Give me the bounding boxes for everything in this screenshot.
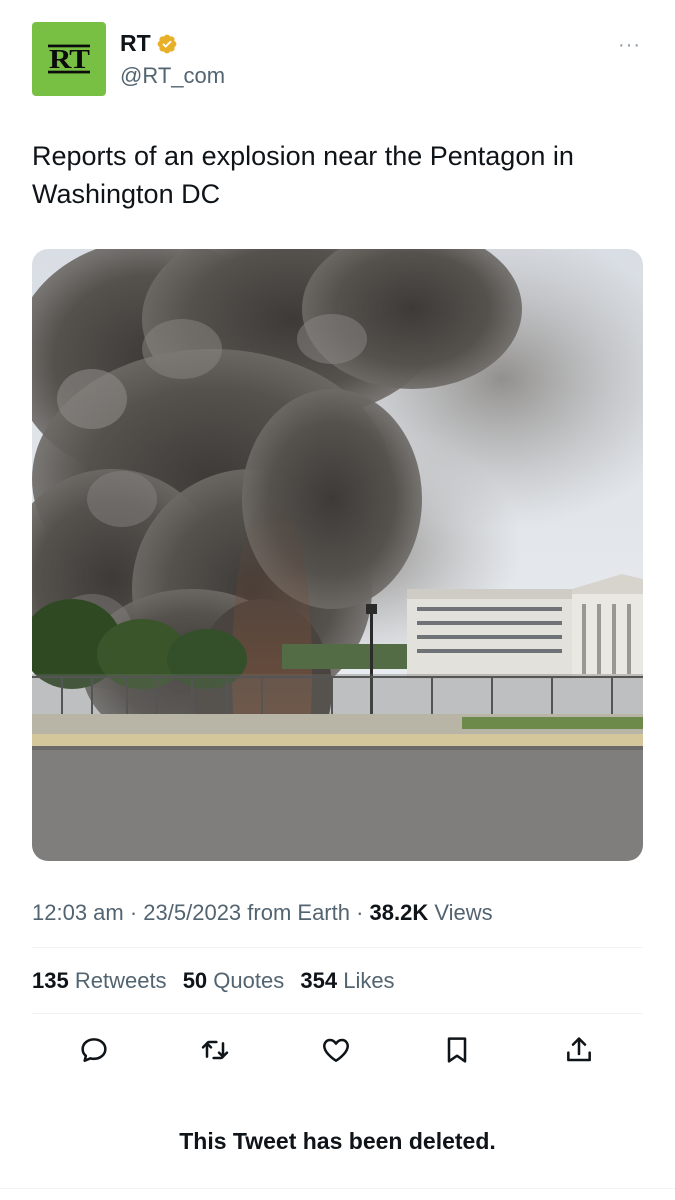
views-count[interactable]: 38.2K xyxy=(370,900,429,925)
deleted-notice: This Tweet has been deleted. xyxy=(179,1128,496,1154)
display-name[interactable]: RT xyxy=(120,30,151,57)
divider xyxy=(0,1188,675,1189)
retweet-icon[interactable] xyxy=(199,1034,231,1066)
likes-label: Likes xyxy=(343,968,395,993)
share-icon[interactable] xyxy=(563,1034,595,1066)
meta-separator: · xyxy=(349,900,370,925)
reply-icon[interactable] xyxy=(78,1034,110,1066)
tweet-image[interactable] xyxy=(32,249,643,861)
action-bar xyxy=(32,1030,643,1070)
handle[interactable]: @RT_com xyxy=(120,63,225,89)
bookmark-icon[interactable] xyxy=(441,1034,473,1066)
retweets-count: 135 xyxy=(32,968,69,993)
tweet-source: from Earth xyxy=(241,900,350,925)
verified-badge-icon xyxy=(156,33,178,55)
avatar-logo-text: RT xyxy=(48,42,90,75)
more-options-icon[interactable]: ··· xyxy=(618,34,641,57)
retweets-label: Retweets xyxy=(74,968,167,993)
tweet-text: Reports of an explosion near the Pentago… xyxy=(32,141,574,209)
divider xyxy=(32,947,643,948)
tweet-meta: 12:03 am · 23/5/2023 from Earth · 38.2K … xyxy=(32,900,493,926)
quotes-count: 50 xyxy=(182,968,208,993)
engagement-stats: 135 Retweets 50 Quotes 354 Likes xyxy=(32,968,405,994)
quotes-stat[interactable]: 50 Quotes xyxy=(183,968,285,993)
like-icon[interactable] xyxy=(320,1034,352,1066)
retweets-stat[interactable]: 135 Retweets xyxy=(32,968,167,993)
views-label: Views xyxy=(428,900,493,925)
quotes-label: Quotes xyxy=(213,968,285,993)
avatar[interactable]: RT xyxy=(32,22,106,96)
tweet-header: RT RT @RT_com ··· xyxy=(32,22,643,98)
tweet-date[interactable]: 23/5/2023 xyxy=(143,900,241,925)
tweet-time[interactable]: 12:03 am xyxy=(32,900,124,925)
likes-stat[interactable]: 354 Likes xyxy=(300,968,394,993)
likes-count: 354 xyxy=(300,968,338,993)
meta-separator: · xyxy=(123,900,144,925)
divider xyxy=(32,1013,643,1014)
name-row: RT xyxy=(120,30,178,57)
